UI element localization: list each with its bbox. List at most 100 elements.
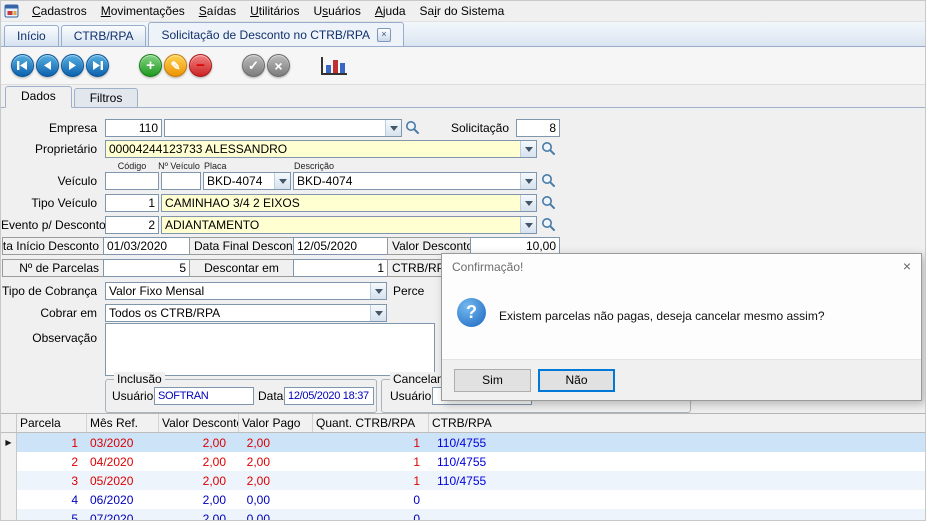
grid-header-valor-pago[interactable]: Valor Pago xyxy=(239,414,313,432)
veiculo-placa-combo[interactable]: BKD-4074 xyxy=(203,172,291,190)
report-chart-button[interactable] xyxy=(320,54,348,78)
grid-cell-valor_pago[interactable]: 2,00 xyxy=(239,433,313,452)
solicitacao-field[interactable] xyxy=(516,119,560,137)
chevron-down-icon[interactable] xyxy=(385,120,401,136)
evento-search-icon[interactable] xyxy=(541,217,557,233)
grid-cell-ctrb[interactable]: 110/4755 xyxy=(429,471,926,490)
grid-cell-valor_pago[interactable]: 2,00 xyxy=(239,452,313,471)
grid-cell-parcela[interactable]: 5 xyxy=(17,509,87,521)
proprietario-search-icon[interactable] xyxy=(541,141,557,157)
grid-cell-ctrb[interactable]: 110/4755 xyxy=(429,433,926,452)
empresa-code-field[interactable] xyxy=(105,119,162,137)
cobrar-combo[interactable]: Todos os CTRB/RPA xyxy=(105,304,387,322)
veiculo-num-field[interactable] xyxy=(161,172,201,190)
grid-header-ctrb-rpa[interactable]: CTRB/RPA xyxy=(429,414,926,432)
tab-inicio[interactable]: Início xyxy=(4,25,59,46)
inclusao-usuario-field[interactable] xyxy=(154,387,254,405)
chevron-down-icon[interactable] xyxy=(274,173,290,189)
proprietario-combo[interactable]: 00004244123733 ALESSANDRO xyxy=(105,140,537,158)
grid-cell-quant[interactable]: 1 xyxy=(313,471,429,490)
dialog-sim-button[interactable]: Sim xyxy=(454,369,531,392)
menu-item-ajuda[interactable]: Ajuda xyxy=(368,2,413,20)
grid-cell-mes_ref[interactable]: 07/2020 xyxy=(87,509,159,521)
subtab-dados[interactable]: Dados xyxy=(5,86,72,108)
grid-header-mes-ref[interactable]: Mês Ref. xyxy=(87,414,159,432)
inclusao-data-field[interactable] xyxy=(284,387,374,405)
grid-cell-valor_pago[interactable]: 0,00 xyxy=(239,490,313,509)
evento-combo[interactable]: ADIANTAMENTO xyxy=(161,216,537,234)
cancel-button[interactable]: × xyxy=(267,54,290,77)
grid-header-quant-ctrb-rpa[interactable]: Quant. CTRB/RPA xyxy=(313,414,429,432)
veiculo-codigo-field[interactable] xyxy=(105,172,159,190)
tab-ctrb-rpa[interactable]: CTRB/RPA xyxy=(61,25,147,46)
veiculo-search-icon[interactable] xyxy=(541,173,557,189)
grid-cell-mes_ref[interactable]: 04/2020 xyxy=(87,452,159,471)
grid-cell-valor_desconto[interactable]: 2,00 xyxy=(159,433,239,452)
grid-header-valor-desconto[interactable]: Valor Desconto xyxy=(159,414,239,432)
add-record-button[interactable]: + xyxy=(139,54,162,77)
data-inicio-field[interactable] xyxy=(103,237,190,255)
grid-cell-parcela[interactable]: 4 xyxy=(17,490,87,509)
empresa-name-combo[interactable] xyxy=(164,119,402,137)
grid-cell-ctrb[interactable] xyxy=(429,490,926,509)
subtab-filtros[interactable]: Filtros xyxy=(74,88,139,107)
veiculo-descricao-combo[interactable]: BKD-4074 xyxy=(293,172,537,190)
grid-cell-mes_ref[interactable]: 06/2020 xyxy=(87,490,159,509)
menu-item-usuarios[interactable]: Usuários xyxy=(306,2,367,20)
grid-header-parcela[interactable]: Parcela xyxy=(17,414,87,432)
delete-record-button[interactable]: − xyxy=(189,54,212,77)
menu-item-cadastros[interactable]: Cadastros xyxy=(25,2,94,20)
tab-close-icon[interactable]: × xyxy=(377,28,391,42)
descontar-field[interactable] xyxy=(293,259,388,277)
grid-cell-quant[interactable]: 0 xyxy=(313,490,429,509)
grid-cell-quant[interactable]: 0 xyxy=(313,509,429,521)
evento-code-field[interactable] xyxy=(105,216,159,234)
grid-cell-ctrb[interactable]: 110/4755 xyxy=(429,452,926,471)
grid-cell-mes_ref[interactable]: 03/2020 xyxy=(87,433,159,452)
tab-solicitacao-de-desconto-no-ctrb-rpa[interactable]: Solicitação de Desconto no CTRB/RPA× xyxy=(148,22,404,46)
grid-cell-parcela[interactable]: 3 xyxy=(17,471,87,490)
grid-row-5[interactable]: 507/20202,000,000 xyxy=(1,509,926,521)
grid-cell-valor_pago[interactable]: 0,00 xyxy=(239,509,313,521)
grid-row-2[interactable]: 204/20202,002,001110/4755 xyxy=(1,452,926,471)
grid-cell-parcela[interactable]: 2 xyxy=(17,452,87,471)
menu-item-sair-do-sistema[interactable]: Sair do Sistema xyxy=(413,2,512,20)
grid-cell-parcela[interactable]: 1 xyxy=(17,433,87,452)
confirm-button[interactable]: ✓ xyxy=(242,54,265,77)
menu-item-utilitarios[interactable]: Utilitários xyxy=(243,2,306,20)
menu-item-saidas[interactable]: Saídas xyxy=(192,2,243,20)
grid-cell-valor_desconto[interactable]: 2,00 xyxy=(159,490,239,509)
grid-cell-quant[interactable]: 1 xyxy=(313,433,429,452)
grid-cell-valor_pago[interactable]: 2,00 xyxy=(239,471,313,490)
menu-item-movimentacoes[interactable]: Movimentações xyxy=(94,2,192,20)
grid-cell-valor_desconto[interactable]: 2,00 xyxy=(159,471,239,490)
empresa-search-icon[interactable] xyxy=(405,120,421,136)
chevron-down-icon[interactable] xyxy=(370,305,386,321)
last-record-button[interactable] xyxy=(86,54,109,77)
dialog-close-icon[interactable]: × xyxy=(903,258,911,274)
observacao-field[interactable] xyxy=(105,323,435,376)
grid-cell-valor_desconto[interactable]: 2,00 xyxy=(159,452,239,471)
chevron-down-icon[interactable] xyxy=(520,195,536,211)
dialog-nao-button[interactable]: Não xyxy=(538,369,615,392)
grid-cell-quant[interactable]: 1 xyxy=(313,452,429,471)
previous-record-button[interactable] xyxy=(36,54,59,77)
grid-cell-valor_desconto[interactable]: 2,00 xyxy=(159,509,239,521)
tipo-cobranca-combo[interactable]: Valor Fixo Mensal xyxy=(105,282,387,300)
grid-cell-ctrb[interactable] xyxy=(429,509,926,521)
tipo-veiculo-code-field[interactable] xyxy=(105,194,159,212)
parcelas-field[interactable] xyxy=(103,259,190,277)
grid-cell-mes_ref[interactable]: 05/2020 xyxy=(87,471,159,490)
edit-record-button[interactable]: ✎ xyxy=(164,54,187,77)
tipo-veiculo-search-icon[interactable] xyxy=(541,195,557,211)
grid-row-1[interactable]: ▶103/20202,002,001110/4755 xyxy=(1,433,926,452)
first-record-button[interactable] xyxy=(11,54,34,77)
grid-row-4[interactable]: 406/20202,000,000 xyxy=(1,490,926,509)
chevron-down-icon[interactable] xyxy=(520,173,536,189)
data-final-field[interactable] xyxy=(293,237,388,255)
chevron-down-icon[interactable] xyxy=(370,283,386,299)
grid-row-3[interactable]: 305/20202,002,001110/4755 xyxy=(1,471,926,490)
chevron-down-icon[interactable] xyxy=(520,141,536,157)
next-record-button[interactable] xyxy=(61,54,84,77)
tipo-veiculo-combo[interactable]: CAMINHAO 3/4 2 EIXOS xyxy=(161,194,537,212)
